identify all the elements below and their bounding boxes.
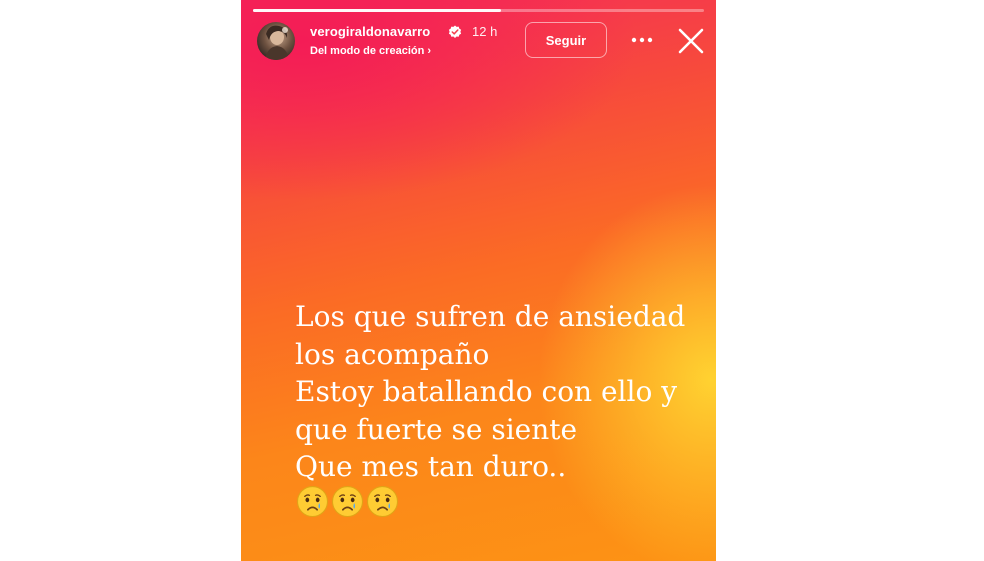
post-time: 12 h [472,24,498,39]
emoji-row [296,485,399,519]
follow-button[interactable]: Seguir [525,22,607,58]
more-horizontal-icon[interactable] [629,30,655,50]
chevron-right-icon: › [427,45,432,57]
story-text-line: Que mes tan duro.. [295,450,567,483]
close-icon[interactable] [677,27,705,55]
avatar-photo-icon [265,25,289,60]
story-progress-bar [253,9,704,12]
story-viewer[interactable]: verogiraldonavarro 12 h Del modo de crea… [241,0,716,561]
username[interactable]: verogiraldonavarro [310,24,430,39]
creation-mode-label: Del modo de creación [310,45,425,57]
creation-mode-link[interactable]: Del modo de creación › [310,45,431,57]
story-text: Los que sufren de ansiedad los acompaño Es… [295,298,705,486]
crying-face-icon [332,486,363,517]
avatar[interactable] [257,22,295,60]
crying-face-icon [297,486,328,517]
story-text-line: Estoy batallando con ello y [295,375,678,408]
story-text-line: que fuerte se siente [295,412,578,446]
story-progress-fill [253,9,502,12]
story-text-line: Los que sufren de ansiedad [295,300,686,333]
crying-face-icon [367,486,398,517]
story-text-line: los acompaño [295,337,490,371]
verified-badge-icon [448,25,462,38]
